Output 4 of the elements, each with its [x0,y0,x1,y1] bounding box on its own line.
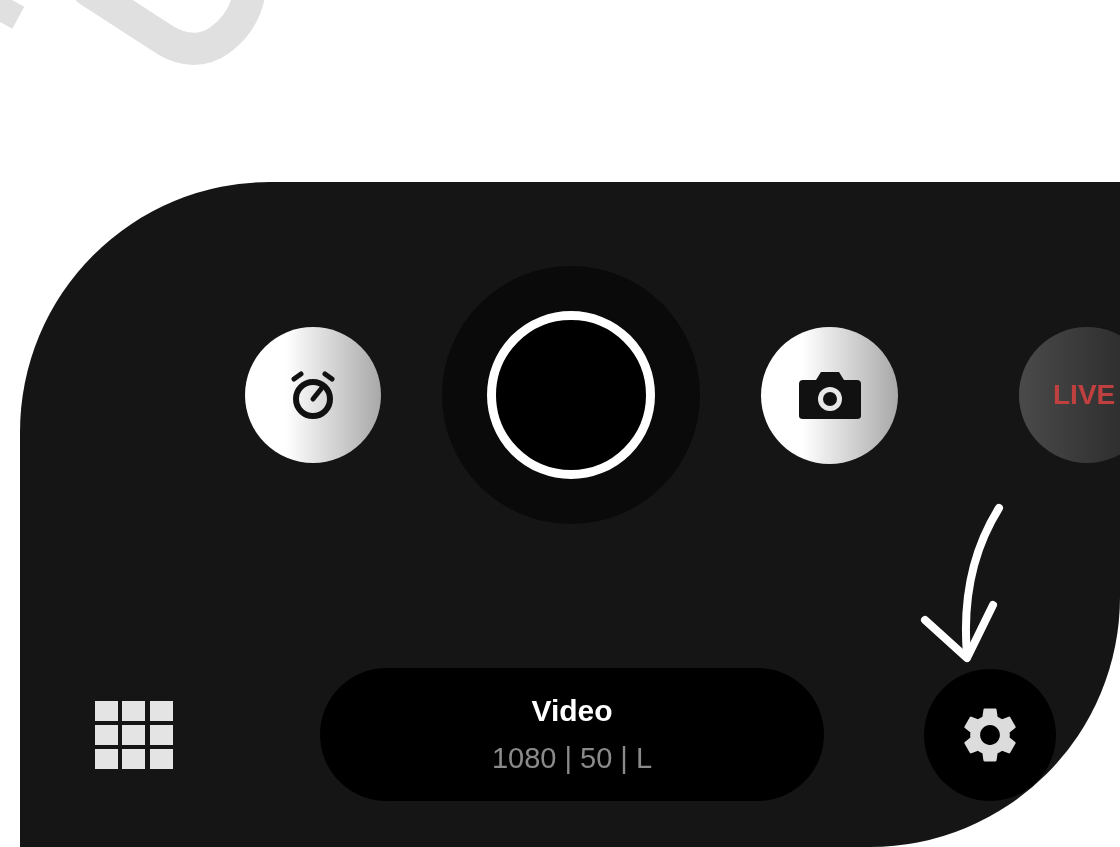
mode-selector[interactable]: Video 1080 | 50 | L [320,668,824,801]
camera-icon [796,370,863,420]
stopwatch-icon [290,370,336,420]
grid-icon[interactable] [95,700,173,769]
